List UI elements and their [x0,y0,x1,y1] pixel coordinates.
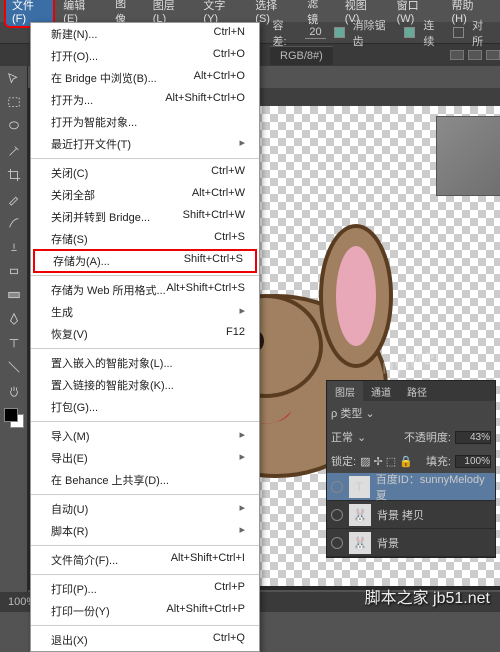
stamp-tool[interactable] [2,236,26,258]
menu-item[interactable]: 关闭(C)Ctrl+W [31,162,259,184]
wand-tool[interactable] [2,140,26,162]
antialias-checkbox[interactable] [334,27,345,38]
gradient-tool[interactable] [2,284,26,306]
type-tool[interactable] [2,332,26,354]
menu-item[interactable]: 打印(P)...Ctrl+P [31,578,259,600]
layer-name: 背景 拷贝 [377,507,424,523]
menu-item[interactable]: 打印一份(Y)Alt+Shift+Ctrl+P [31,600,259,622]
blend-mode-select[interactable]: 正常 [331,429,353,445]
menu-item[interactable]: 恢复(V)F12 [31,323,259,345]
window-close-button[interactable] [486,50,500,60]
menu-item[interactable]: 脚本(R) [31,520,259,542]
menu-item[interactable]: 置入链接的智能对象(K)... [31,374,259,396]
layer-row[interactable]: 🐰 背景 拷贝 [327,501,495,529]
eraser-tool[interactable] [2,260,26,282]
marquee-tool[interactable] [2,92,26,114]
fill-label: 填充: [426,453,451,469]
lasso-tool[interactable] [2,116,26,138]
menu-item[interactable]: 关闭全部Alt+Ctrl+W [31,184,259,206]
tolerance-label: 容差: [273,17,298,49]
menu-item[interactable]: 存储为(A)...Shift+Ctrl+S [33,249,257,273]
color-swatches[interactable] [4,408,24,428]
lock-label: 锁定: [331,453,356,469]
window-minimize-button[interactable] [450,50,464,60]
menu-item[interactable]: 打开(O)...Ctrl+O [31,45,259,67]
menu-item[interactable]: 关闭并转到 Bridge...Shift+Ctrl+W [31,206,259,228]
fill-input[interactable] [455,455,491,468]
kind-filter[interactable]: ρ 类型 ⌄ [331,405,375,421]
brush-tool[interactable] [2,212,26,234]
lock-icons[interactable]: ▨ ✢ ⬚ 🔒 [360,455,413,468]
opacity-label: 不透明度: [404,429,451,445]
layer-name: 背景 [377,535,399,551]
menu-item[interactable]: 存储为 Web 所用格式...Alt+Shift+Ctrl+S [31,279,259,301]
menu-item[interactable]: 在 Bridge 中浏览(B)...Alt+Ctrl+O [31,67,259,89]
paths-tab[interactable]: 路径 [399,381,435,402]
document-tab[interactable]: RGB/8#) [270,46,333,65]
contiguous-label: 连续 [423,17,445,49]
layer-list: T百度ID：sunnyMelody夏🐰背景 拷贝🐰背景 [327,473,495,557]
move-tool[interactable] [2,68,26,90]
layer-thumb: 🐰 [349,504,371,526]
sample-label: 对所 [472,17,494,49]
menu-item[interactable]: 生成 [31,301,259,323]
layer-thumb: T [349,476,370,498]
visibility-icon[interactable] [331,481,343,493]
menu-item[interactable]: 在 Behance 上共享(D)... [31,469,259,491]
eyedropper-tool[interactable] [2,188,26,210]
foreground-swatch[interactable] [4,408,18,422]
path-tool[interactable] [2,356,26,378]
menu-item[interactable]: 最近打开文件(T) [31,133,259,155]
file-menu-dropdown: 新建(N)...Ctrl+N打开(O)...Ctrl+O在 Bridge 中浏览… [30,22,260,652]
menu-item[interactable]: 打开为...Alt+Shift+Ctrl+O [31,89,259,111]
opacity-input[interactable] [455,431,491,444]
layer-row[interactable]: T 百度ID：sunnyMelody夏 [327,473,495,501]
toolbox [0,66,28,606]
antialias-label: 消除锯齿 [353,17,397,49]
layer-name: 百度ID：sunnyMelody夏 [376,471,491,503]
visibility-icon[interactable] [331,509,343,521]
hand-tool[interactable] [2,380,26,402]
menu-item[interactable]: 导入(M) [31,425,259,447]
footer-watermark: 脚本之家 jb51.net [365,584,490,608]
contiguous-checkbox[interactable] [404,27,415,38]
menu-item[interactable]: 打开为智能对象... [31,111,259,133]
menu-item[interactable]: 置入嵌入的智能对象(L)... [31,352,259,374]
layers-tab[interactable]: 图层 [327,381,363,402]
pen-tool[interactable] [2,308,26,330]
menu-item[interactable]: 自动(U) [31,498,259,520]
crop-tool[interactable] [2,164,26,186]
layer-thumb: 🐰 [349,532,371,554]
layer-row[interactable]: 🐰 背景 [327,529,495,557]
menu-item[interactable]: 导出(E) [31,447,259,469]
window-maximize-button[interactable] [468,50,482,60]
tolerance-value[interactable]: 20 [305,26,325,39]
menu-item[interactable]: 打包(G)... [31,396,259,418]
menu-item[interactable]: 新建(N)...Ctrl+N [31,23,259,45]
gray-rect-top [436,116,500,196]
layers-panel: 图层 通道 路径 ρ 类型 ⌄ 正常⌄ 不透明度: 锁定: ▨ ✢ ⬚ 🔒 填充… [326,380,496,558]
channels-tab[interactable]: 通道 [363,381,399,402]
menu-item[interactable]: 文件简介(F)...Alt+Shift+Ctrl+I [31,549,259,571]
visibility-icon[interactable] [331,537,343,549]
sample-checkbox[interactable] [453,27,464,38]
menu-item[interactable]: 存储(S)Ctrl+S [31,228,259,250]
menu-item[interactable]: 退出(X)Ctrl+Q [31,629,259,651]
